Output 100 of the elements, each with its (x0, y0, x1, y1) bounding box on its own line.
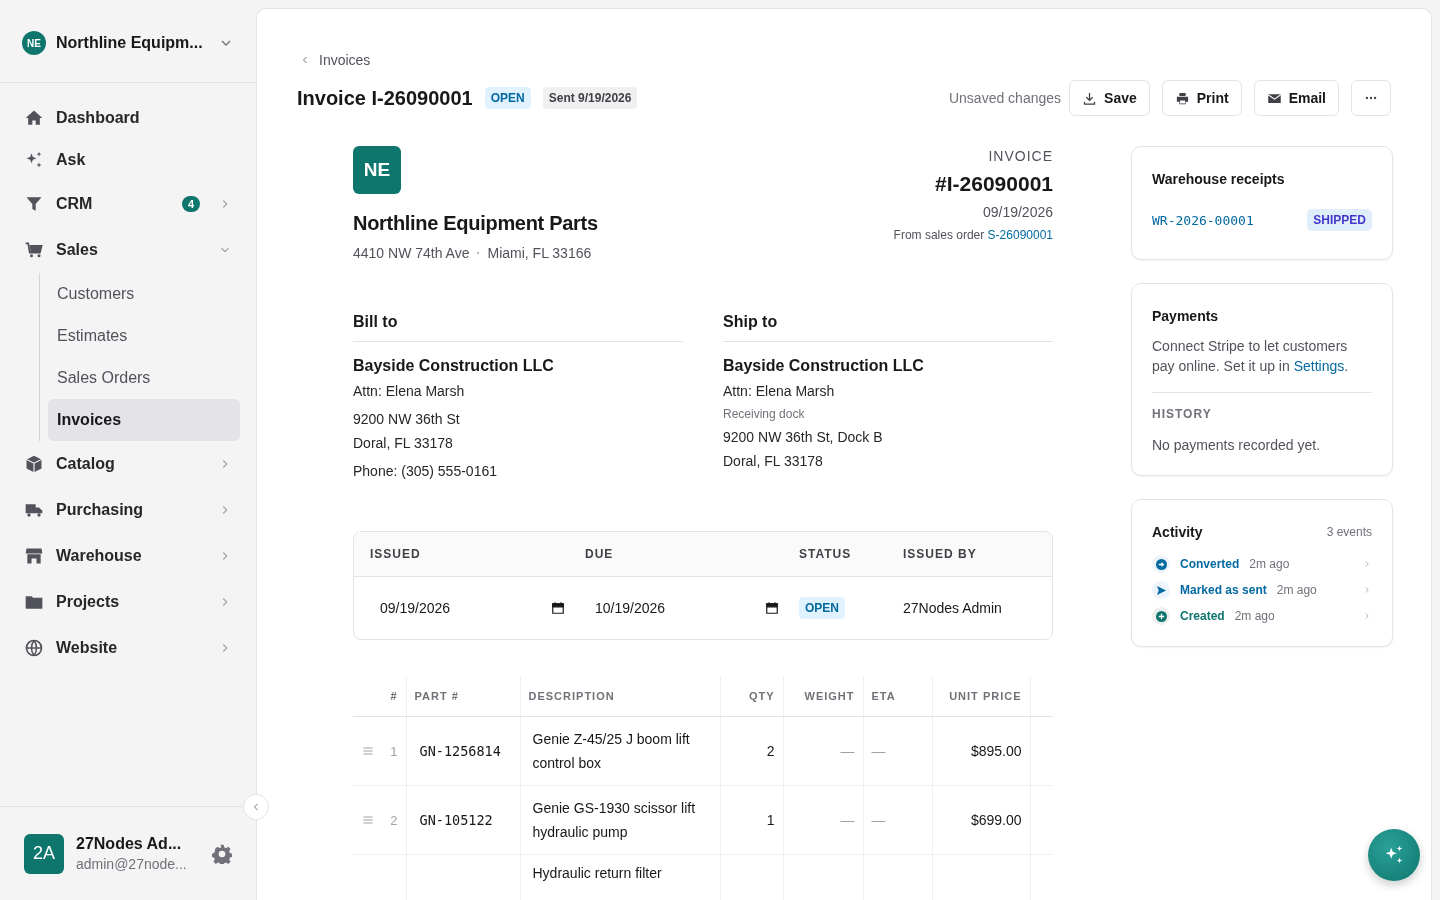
company-logo: NE (353, 146, 401, 194)
quantity: 1 (766, 812, 775, 828)
column-header: # (353, 676, 406, 717)
invoice-number: #I-26090001 (935, 172, 1053, 196)
nav-item[interactable]: Purchasing (24, 487, 240, 533)
section-heading: Bill to (353, 313, 683, 342)
drag-handle-icon (361, 744, 375, 758)
row-number: 1 (390, 743, 398, 759)
count-badge: 4 (181, 196, 200, 212)
printer-icon (1174, 90, 1190, 106)
nav-subitem[interactable]: Estimates (48, 315, 240, 357)
cart-icon (24, 240, 44, 260)
payments-note: Connect Stripe to let customers pay online. Set it up in Settings. (1152, 337, 1350, 376)
company-address: Miami, FL 33166 (487, 245, 592, 261)
eta-value: — (871, 812, 886, 828)
back-link[interactable]: Invoices (299, 52, 371, 68)
history-label: HISTORY (1152, 407, 1213, 421)
calendar-icon (551, 601, 565, 615)
section-heading: Ship to (723, 313, 1053, 342)
company-name: Northline Equipment Parts (353, 212, 598, 235)
activity-event[interactable]: Created 2m ago (1152, 606, 1372, 626)
status-badge: OPEN (799, 597, 845, 619)
address-line: Doral, FL 33178 (723, 452, 824, 471)
card-title: Activity (1152, 524, 1203, 540)
user-avatar: 2A (24, 833, 64, 874)
org-avatar: NE (22, 31, 46, 55)
column-header: STATUS (799, 547, 853, 561)
address-line: Doral, FL 33178 (353, 434, 454, 453)
funnel-icon (24, 194, 44, 214)
item-description: Genie Z-45/25 J boom lift control box (532, 731, 690, 771)
address-line: Attn: Elena Marsh (353, 382, 466, 401)
assistant-button[interactable] (1368, 829, 1420, 881)
nav-item[interactable]: Ask (24, 139, 240, 181)
calendar-icon (765, 601, 779, 615)
event-count: 3 events (1326, 525, 1372, 539)
row-number: 2 (390, 812, 398, 828)
address-line: 9200 NW 36th St (353, 410, 461, 429)
column-header: ETA (863, 676, 932, 717)
history-empty-text: No payments recorded yet. (1152, 436, 1322, 455)
column-header: DUE (585, 547, 615, 561)
item-description: Genie GS-1930 scissor lift hydraulic pump (532, 800, 696, 840)
column-header: QTY (720, 676, 783, 717)
unit-price: $699.00 (970, 812, 1022, 828)
address-note: Receiving dock (723, 406, 806, 423)
weight-value: — (840, 812, 855, 828)
part-number: GN-105122 (419, 812, 493, 828)
unit-price: $895.00 (970, 743, 1022, 759)
address-line: 9200 NW 36th St, Dock B (723, 428, 884, 447)
save-button[interactable]: Save (1069, 80, 1150, 116)
column-header: UNIT PRICE (932, 676, 1030, 717)
card-title: Warehouse receipts (1152, 171, 1286, 187)
drag-handle-icon (361, 813, 375, 827)
nav-subitem[interactable]: Sales Orders (48, 357, 240, 399)
settings-icon (212, 843, 232, 864)
store-icon (24, 546, 44, 566)
nav-item[interactable]: Sales (24, 227, 240, 273)
plus-icon (1155, 610, 1167, 622)
column-header: ISSUED (370, 547, 422, 561)
org-name[interactable]: Northline Equipm... (56, 34, 208, 52)
sales-order-link[interactable]: S-26090001 (987, 228, 1053, 242)
column-header: PART # (406, 676, 520, 717)
activity-event[interactable]: Converted 2m ago (1152, 554, 1372, 574)
activity-event[interactable]: Marked as sent 2m ago (1152, 580, 1372, 600)
document-type: INVOICE (988, 148, 1053, 164)
settings-button[interactable] (212, 843, 232, 864)
unsaved-label: Unsaved changes (948, 90, 1062, 106)
customer-name: Bayside Construction LLC (353, 357, 555, 375)
column-header: DESCRIPTION (520, 676, 720, 717)
nav-item[interactable]: Catalog (24, 441, 240, 487)
download-icon (1082, 90, 1098, 106)
user-name: 27Nodes Ad... (76, 835, 183, 853)
invoice-title: Invoice I-26090001 (297, 86, 473, 110)
user-email: admin@27node... (76, 856, 188, 872)
nav-subitem[interactable]: Invoices (48, 399, 240, 441)
customer-name: Bayside Construction LLC (723, 357, 925, 375)
column-header: ISSUED BY (903, 547, 978, 561)
date-field[interactable]: 09/19/2026 (370, 600, 585, 616)
address-line: Attn: Elena Marsh (723, 382, 836, 401)
nav-item[interactable]: Projects (24, 579, 240, 625)
email-button[interactable]: Email (1253, 80, 1339, 116)
status-badge: OPEN (484, 87, 531, 109)
eta-value: — (871, 743, 886, 759)
print-button[interactable]: Print (1161, 80, 1242, 116)
nav-subitem[interactable]: Customers (48, 273, 240, 315)
issued-by: 27Nodes Admin (903, 600, 1003, 616)
card-title: Payments (1152, 308, 1220, 324)
nav-item[interactable]: Dashboard (24, 97, 240, 139)
column-header: WEIGHT (783, 676, 863, 717)
nav-item[interactable]: CRM 4 (24, 181, 240, 227)
nav-item[interactable]: Website (24, 625, 240, 671)
item-description: Hydraulic return filter (532, 865, 662, 881)
address-line: Phone: (305) 555-0161 (353, 462, 498, 481)
nav-item[interactable]: Warehouse (24, 533, 240, 579)
receipt-link[interactable]: WR-2026-00001 (1152, 212, 1254, 228)
home-icon (24, 108, 44, 128)
part-number: GN-1256814 (419, 743, 501, 759)
shipped-badge: SHIPPED (1307, 209, 1372, 231)
globe-icon (24, 638, 44, 658)
date-field[interactable]: 10/19/2026 (585, 600, 799, 616)
quantity: 2 (766, 743, 775, 759)
